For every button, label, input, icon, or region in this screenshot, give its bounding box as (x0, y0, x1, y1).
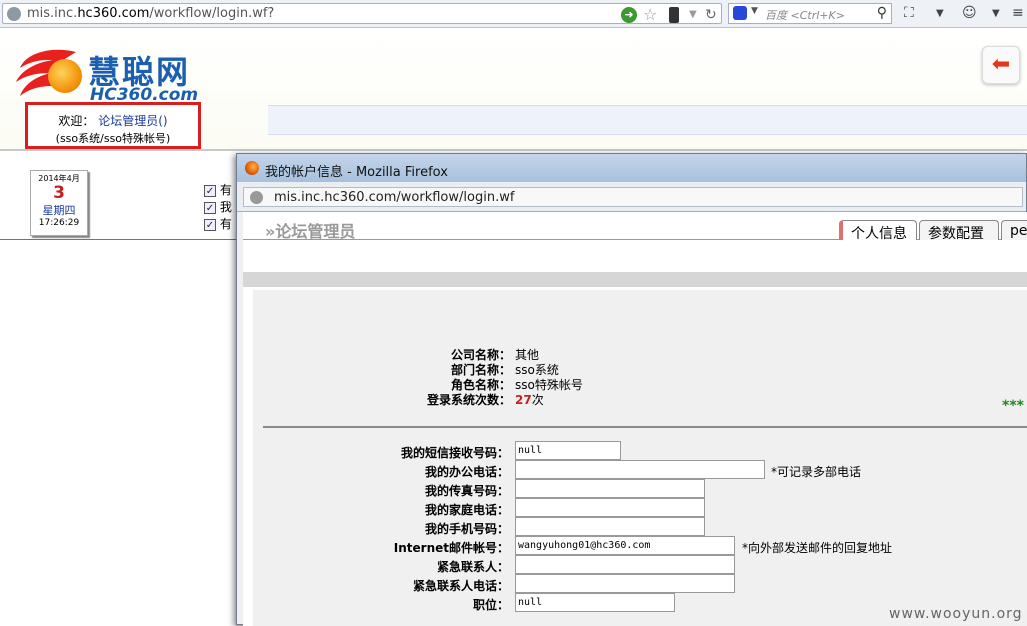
popup-title: 我的帐户信息 - Mozilla Firefox (265, 165, 448, 180)
sms-input[interactable]: null (515, 441, 621, 460)
smiley-addon-icon[interactable]: ☺ (962, 5, 977, 21)
email-note: *向外部发送邮件的回复地址 (742, 541, 893, 555)
phone-icon[interactable] (669, 7, 679, 23)
mobile-input[interactable] (515, 517, 705, 536)
dept-row: 部门名称： (253, 361, 511, 377)
popup-url-field[interactable]: mis.inc.hc360.com/workflow/login.wf (243, 187, 1023, 207)
logins-value: 27次 (515, 393, 544, 407)
emergency-phone-label: 紧急联系人电话： (412, 579, 509, 593)
mobile-label: 我的手机号码： (424, 522, 509, 536)
bookmark-star-icon[interactable]: ☆ (643, 7, 659, 23)
chevron-down-icon[interactable]: ▼ (992, 8, 1000, 19)
account-info-popup: 我的帐户信息 - Mozilla Firefox mis.inc.hc360.c… (236, 153, 1027, 626)
chevron-down-icon[interactable]: ▼ (689, 7, 705, 23)
address-url: mis.inc.hc360.com/workflow/login.wf? (27, 6, 275, 21)
emergency-contact-label: 紧急联系人： (436, 560, 509, 574)
menu-icon[interactable]: ≡ (1012, 5, 1024, 21)
baidu-paw-icon (733, 6, 747, 20)
checklist-item[interactable]: ✓ 我 (204, 198, 232, 214)
header-nav-bar (268, 105, 1027, 135)
calendar-weekday: 星期四 (42, 204, 76, 217)
home-phone-input[interactable] (515, 498, 705, 517)
go-icon[interactable]: ➜ (621, 7, 637, 23)
office-phone-label: 我的办公电话： (424, 465, 509, 479)
calendar-day: 3 (53, 183, 65, 203)
globe-icon (250, 191, 263, 204)
globe-icon (7, 7, 21, 21)
browser-toolbar: mis.inc.hc360.com/workflow/login.wf? ➜ ☆… (0, 0, 1027, 28)
email-input[interactable]: wangyuhong01@hc360.com (515, 536, 735, 555)
watermark: www.wooyun.org (889, 606, 1023, 622)
fax-label: 我的传真号码： (424, 484, 509, 498)
welcome-user-link[interactable]: 论坛管理员() (98, 114, 167, 128)
account-form-area: 公司名称： 其他 部门名称： sso系统 角色名称： sso特殊帐号 登录系统次… (253, 290, 1027, 626)
logins-label: 登录系统次数： (426, 393, 511, 407)
checklist-item[interactable]: ✓ 有 (204, 181, 232, 197)
emergency-phone-input[interactable] (515, 574, 735, 593)
role-row: 角色名称： (253, 376, 511, 392)
page-header: 慧聪网 HC360.com 欢迎： 论坛管理员() (sso系统/sso特殊帐号… (0, 29, 1027, 151)
company-row: 公司名称： (253, 346, 511, 362)
checkbox-checked-icon[interactable]: ✓ (204, 201, 216, 214)
reload-icon[interactable]: ↻ (705, 7, 721, 23)
screenshot-tool-icon[interactable]: ⛶ (904, 5, 914, 21)
form-divider (263, 426, 1027, 428)
content-divider (0, 239, 240, 240)
back-button[interactable]: ⬅ (982, 46, 1020, 84)
home-phone-label: 我的家庭电话： (424, 503, 509, 517)
stars-text: *** (1002, 398, 1024, 414)
tab-personal-info[interactable]: 个人信息 (839, 220, 917, 242)
checklist-item[interactable]: ✓ 有 (204, 215, 232, 231)
office-phone-note: *可记录多部电话 (771, 465, 862, 479)
welcome-label: 欢迎： (58, 114, 95, 128)
search-engine-dropdown-icon[interactable]: ▼ (751, 6, 758, 16)
popup-content: »论坛管理员 个人信息 参数配置 pe 公司名称： 其他 部门名称： sso系统… (243, 212, 1027, 626)
welcome-box: 欢迎： 论坛管理员() (sso系统/sso特殊帐号) (25, 102, 201, 149)
logins-row: 登录系统次数： (253, 391, 511, 407)
fax-input[interactable] (515, 479, 705, 498)
calendar-widget: 2014年4月 3 星期四 17:26:29 (30, 170, 88, 236)
position-label: 职位： (472, 598, 509, 612)
address-bar[interactable]: mis.inc.hc360.com/workflow/login.wf? ➜ ☆… (2, 3, 722, 24)
email-label: Internet邮件帐号： (393, 541, 509, 555)
welcome-subtitle: (sso系统/sso特殊帐号) (55, 132, 171, 145)
firefox-icon (245, 161, 259, 175)
back-arrow-icon: ⬅ (991, 52, 1011, 77)
search-icon[interactable]: ⚲ (877, 5, 887, 21)
emergency-contact-input[interactable] (515, 555, 735, 574)
search-box[interactable]: ▼ 百度 <Ctrl+K> ⚲ (728, 3, 892, 24)
chevron-down-icon[interactable]: ▼ (936, 8, 944, 19)
popup-url: mis.inc.hc360.com/workflow/login.wf (274, 190, 515, 205)
position-input[interactable]: null (515, 593, 675, 612)
checkbox-checked-icon[interactable]: ✓ (204, 184, 216, 197)
popup-titlebar[interactable]: 我的帐户信息 - Mozilla Firefox (237, 154, 1026, 182)
sms-label: 我的短信接收号码： (400, 446, 509, 460)
tab-param-config[interactable]: 参数配置 (919, 220, 999, 242)
logo-ball (48, 59, 82, 93)
popup-address-bar: mis.inc.hc360.com/workflow/login.wf (237, 182, 1026, 212)
office-phone-input[interactable] (515, 460, 765, 479)
search-placeholder: 百度 <Ctrl+K> (765, 9, 845, 22)
calendar-time: 17:26:29 (38, 218, 80, 228)
header-divider (0, 149, 1027, 151)
section-band (243, 272, 1027, 287)
checkbox-checked-icon[interactable]: ✓ (204, 218, 216, 231)
tab-pe[interactable]: pe (1001, 220, 1027, 240)
